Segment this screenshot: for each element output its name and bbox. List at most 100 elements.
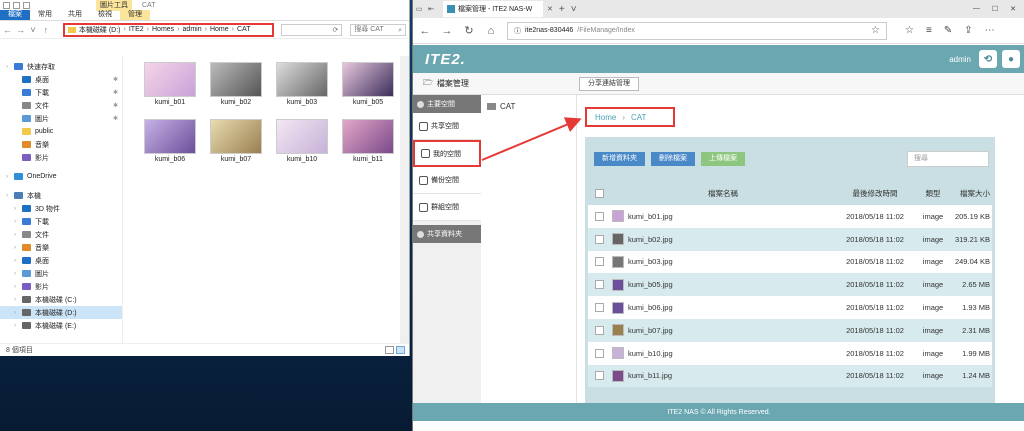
chevron-right-icon[interactable]: › xyxy=(14,219,22,225)
path-segment[interactable]: Home xyxy=(210,26,229,33)
share-icon[interactable]: ⇪ xyxy=(964,25,972,36)
pin-icon[interactable]: ✱ xyxy=(113,115,118,122)
file-name[interactable]: kumi_b03.jpg xyxy=(628,257,673,266)
row-checkbox[interactable] xyxy=(594,325,604,335)
file-name[interactable]: kumi_b07.jpg xyxy=(628,326,673,335)
chevron-right-icon[interactable]: › xyxy=(6,64,14,70)
table-row[interactable]: kumi_b11.jpg 2018/05/18 11:02 image 1.24 MB xyxy=(588,364,992,388)
file-name[interactable]: kumi_b05.jpg xyxy=(628,280,673,289)
pin-icon[interactable]: ✱ xyxy=(113,89,118,96)
ribbon-tab-view[interactable]: 檢視 xyxy=(90,10,120,20)
row-checkbox[interactable] xyxy=(594,303,604,313)
back-arrow-icon[interactable]: ← xyxy=(3,25,12,35)
table-row[interactable]: kumi_b01.jpg 2018/05/18 11:02 image 205.19 … xyxy=(588,205,992,228)
url-input[interactable]: ⓘ ite2nas-830446/FileManage/Index ☆ xyxy=(507,21,887,40)
chevron-right-icon[interactable]: › xyxy=(14,310,22,316)
share-link-manage-button[interactable]: 分享連結管理 xyxy=(579,76,639,91)
favorites-icon[interactable]: ☆ xyxy=(905,25,914,36)
explorer-search-input[interactable]: 搜尋 CAT ⌕ xyxy=(350,23,406,36)
table-row[interactable]: kumi_b02.jpg 2018/05/18 11:02 image 319.21 … xyxy=(588,227,992,251)
large-icons-view-icon[interactable] xyxy=(396,346,405,354)
file-thumbnail[interactable]: kumi_b07 xyxy=(203,119,269,166)
home-icon[interactable]: ⌂ xyxy=(485,25,497,37)
row-checkbox[interactable] xyxy=(594,280,604,290)
maximize-icon[interactable]: ☐ xyxy=(992,5,998,13)
chevron-right-icon[interactable]: › xyxy=(14,271,22,277)
chevron-right-icon[interactable]: › xyxy=(14,206,22,212)
file-thumbnail[interactable]: kumi_b06 xyxy=(137,119,203,166)
sidebar-item-group-space[interactable]: 群組空間 xyxy=(413,194,481,221)
chevron-right-icon[interactable]: › xyxy=(14,258,22,264)
back-arrow-icon[interactable]: ← xyxy=(419,25,431,37)
chevron-right-icon[interactable]: › xyxy=(14,323,22,329)
tree-item[interactable]: › 本機磁碟 (C:) xyxy=(0,293,122,306)
chevron-right-icon[interactable]: › xyxy=(14,232,22,238)
new-tab-icon[interactable]: + xyxy=(559,4,565,15)
tree-item[interactable]: › 快速存取 xyxy=(0,60,122,73)
chevron-down-icon[interactable]: ˅ xyxy=(571,4,577,15)
vertical-scrollbar[interactable] xyxy=(400,56,409,343)
table-row[interactable]: kumi_b07.jpg 2018/05/18 11:02 image 2.31 MB xyxy=(588,318,992,342)
notes-icon[interactable]: ✎ xyxy=(944,25,952,36)
forward-arrow-icon[interactable]: → xyxy=(16,25,25,35)
ribbon-tab-file[interactable]: 檔案 xyxy=(0,10,30,20)
new-folder-button[interactable]: 新增資料夾 xyxy=(594,152,645,166)
settings-icon[interactable]: ⟲ xyxy=(979,50,997,68)
file-thumbnail[interactable]: kumi_b05 xyxy=(335,62,401,109)
tree-item[interactable]: › 本機磁碟 (E:) xyxy=(0,319,122,332)
table-row[interactable]: kumi_b10.jpg 2018/05/18 11:02 image 1.99 MB xyxy=(588,341,992,365)
row-checkbox[interactable] xyxy=(594,371,604,381)
file-thumbnail[interactable]: kumi_b01 xyxy=(137,62,203,109)
upload-file-button[interactable]: 上傳檔案 xyxy=(701,152,745,166)
tab-actions-icon[interactable]: ▭ xyxy=(413,5,425,13)
tree-item[interactable]: 圖片 ✱ xyxy=(0,112,122,125)
table-row[interactable]: kumi_b06.jpg 2018/05/18 11:02 image 1.93 MB xyxy=(588,296,992,319)
tree-item[interactable]: 桌面 ✱ xyxy=(0,73,122,86)
file-name[interactable]: kumi_b10.jpg xyxy=(628,349,673,358)
forward-arrow-icon[interactable]: → xyxy=(441,25,453,37)
file-thumbnail[interactable]: kumi_b11 xyxy=(335,119,401,166)
tree-node-cat[interactable]: CAT xyxy=(481,95,576,111)
row-checkbox[interactable] xyxy=(594,257,604,267)
file-name[interactable]: kumi_b11.jpg xyxy=(628,371,672,380)
header-type[interactable]: 類型 xyxy=(914,188,952,199)
pin-icon[interactable]: ✱ xyxy=(113,76,118,83)
file-name[interactable]: kumi_b06.jpg xyxy=(628,303,673,312)
more-icon[interactable]: ⋯ xyxy=(985,25,995,36)
ribbon-tab-home[interactable]: 常用 xyxy=(30,10,60,20)
path-segment[interactable]: ITE2 xyxy=(129,26,144,33)
reading-list-icon[interactable]: ≡ xyxy=(926,25,932,36)
table-row[interactable]: kumi_b03.jpg 2018/05/18 11:02 image 249.04 … xyxy=(588,250,992,274)
row-checkbox[interactable] xyxy=(594,348,604,358)
file-name[interactable]: kumi_b02.jpg xyxy=(628,235,673,244)
browser-tab[interactable]: 檔案管理 - ITE2 NAS-W xyxy=(443,1,543,17)
path-segment[interactable]: CAT xyxy=(237,26,250,33)
tree-item[interactable]: 文件 ✱ xyxy=(0,99,122,112)
refresh-button[interactable]: ⟳ xyxy=(280,23,343,36)
close-tab-icon[interactable]: ✕ xyxy=(547,5,553,13)
tree-item[interactable]: 影片 xyxy=(0,151,122,164)
header-name[interactable]: 檔案名稱 xyxy=(610,188,836,199)
file-thumbnail[interactable]: kumi_b10 xyxy=(269,119,335,166)
tree-item[interactable]: › 下載 xyxy=(0,215,122,228)
path-segment[interactable]: admin xyxy=(183,26,202,33)
chevron-down-icon[interactable]: ˅ xyxy=(29,25,37,35)
quick-access-toolbar[interactable] xyxy=(0,2,30,9)
tree-item[interactable]: › 音樂 xyxy=(0,241,122,254)
tree-item[interactable]: › 本機磁碟 (D:) xyxy=(0,306,122,319)
main-space-group[interactable]: 主要空間 xyxy=(413,95,481,113)
table-row[interactable]: kumi_b05.jpg 2018/05/18 11:02 image 2.65 MB xyxy=(588,273,992,297)
header-size[interactable]: 檔案大小 xyxy=(952,188,992,199)
chevron-right-icon[interactable]: › xyxy=(14,284,22,290)
up-arrow-icon[interactable]: ↑ xyxy=(42,25,50,35)
tree-item[interactable]: › 圖片 xyxy=(0,267,122,280)
tree-item[interactable]: 下載 ✱ xyxy=(0,86,122,99)
row-checkbox[interactable] xyxy=(594,234,604,244)
tree-item[interactable]: › 本機 xyxy=(0,189,122,202)
ribbon-tab-share[interactable]: 共用 xyxy=(60,10,90,20)
shared-folder-group[interactable]: 共享資料夾 xyxy=(413,225,481,243)
pin-icon[interactable]: ✱ xyxy=(113,102,118,109)
file-thumbnail[interactable]: kumi_b02 xyxy=(203,62,269,109)
tree-item[interactable]: › OneDrive xyxy=(0,170,122,183)
header-time[interactable]: 最後修改時間 xyxy=(836,188,914,199)
